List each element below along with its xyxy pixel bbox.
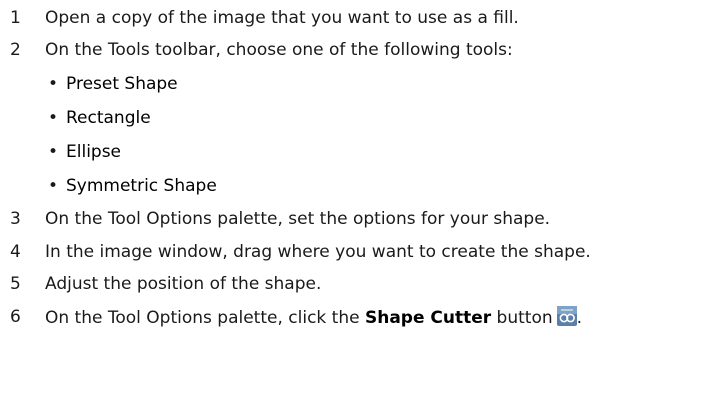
bullet-icon: • bbox=[48, 74, 59, 94]
step-number: 6 bbox=[10, 307, 21, 327]
tool-label: Preset Shape bbox=[66, 74, 178, 94]
step-number: 1 bbox=[10, 8, 21, 28]
step-text-after: button bbox=[491, 308, 553, 328]
step-text: Adjust the position of the shape. bbox=[45, 274, 322, 294]
step-text: On the Tools toolbar, choose one of the … bbox=[45, 40, 513, 60]
bullet-icon: • bbox=[48, 142, 59, 162]
step-text: Open a copy of the image that you want t… bbox=[45, 8, 519, 28]
shape-cutter-label: Shape Cutter bbox=[364, 308, 492, 328]
bullet-icon: • bbox=[48, 176, 59, 196]
step-number: 4 bbox=[10, 242, 21, 262]
tool-label: Symmetric Shape bbox=[66, 176, 217, 196]
step-text: On the Tool Options palette, set the opt… bbox=[45, 209, 551, 229]
step-number: 3 bbox=[10, 209, 21, 229]
step-text: In the image window, drag where you want… bbox=[45, 242, 591, 262]
step-text-before: On the Tool Options palette, click the bbox=[45, 308, 365, 328]
shape-cutter-icon bbox=[556, 306, 577, 326]
tool-label: Rectangle bbox=[66, 108, 151, 128]
step-text: On the Tool Options palette, click the S… bbox=[45, 306, 582, 328]
bullet-icon: • bbox=[48, 108, 59, 128]
step-number: 2 bbox=[10, 40, 21, 60]
step-end-period: . bbox=[576, 308, 583, 328]
tool-label: Ellipse bbox=[66, 142, 122, 162]
step-number: 5 bbox=[10, 274, 21, 294]
